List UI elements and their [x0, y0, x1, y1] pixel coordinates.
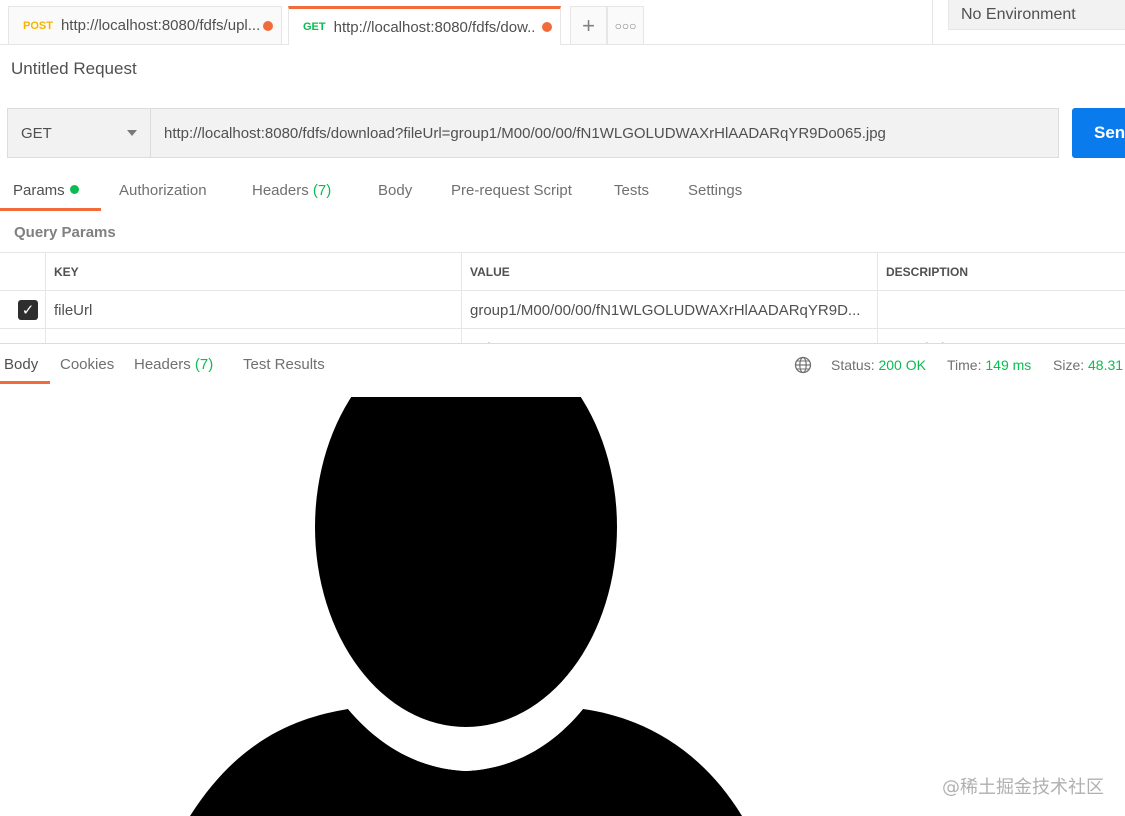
time-label: Time: [947, 357, 982, 373]
request-title[interactable]: Untitled Request [11, 59, 137, 79]
tab-params[interactable]: Params [13, 182, 79, 199]
method-select[interactable]: GET [7, 108, 151, 158]
tab-tests[interactable]: Tests [614, 182, 649, 199]
new-key-input[interactable]: Key [45, 329, 461, 344]
request-tabs: Params Authorization Headers (7) Body Pr… [0, 176, 1125, 212]
status-value[interactable]: 200 OK [878, 357, 925, 373]
unsaved-dot-icon [263, 20, 273, 31]
status-label: Status: [831, 357, 875, 373]
tab-label: Headers [252, 182, 309, 199]
table-row-new: Key Value Description [0, 328, 1125, 344]
tab-label: Pre-request Script [451, 182, 572, 199]
tab-label: Headers [134, 356, 191, 373]
method-label: GET [21, 124, 52, 142]
tab-prerequest-script[interactable]: Pre-request Script [451, 182, 572, 199]
table-header-key: KEY [45, 253, 461, 291]
url-input[interactable]: http://localhost:8080/fdfs/download?file… [150, 108, 1059, 158]
new-tab-button[interactable]: + [570, 6, 607, 44]
tab-label: Cookies [60, 356, 115, 373]
row-checkbox-cell: ✓ [0, 291, 45, 329]
tab-options-button[interactable]: ○○○ [607, 6, 644, 44]
tab-label: Test Results [243, 356, 325, 373]
tab-label: Authorization [119, 182, 207, 199]
response-tab-headers[interactable]: Headers (7) [134, 356, 213, 373]
tab-label: Settings [688, 182, 743, 199]
tab-title: http://localhost:8080/fdfs/dow... [333, 18, 534, 36]
unsaved-dot-icon [542, 22, 552, 32]
new-value-input[interactable]: Value [461, 329, 877, 344]
watermark: @稀土掘金技术社区 [942, 777, 1104, 798]
tab-label: Params [13, 182, 65, 199]
chevron-down-icon [127, 130, 137, 136]
active-dot-icon [69, 185, 79, 194]
send-button[interactable]: Send [1072, 108, 1125, 158]
new-description-input[interactable]: Description [877, 329, 1125, 344]
size-readout: Size: 48.31 [1053, 357, 1123, 373]
checkmark-icon: ✓ [21, 302, 35, 319]
table-header-row: KEY VALUE DESCRIPTION [0, 252, 1125, 291]
query-params-label: Query Params [14, 224, 116, 241]
plus-icon: + [582, 12, 595, 38]
response-body-preview [0, 397, 1125, 816]
environment-select[interactable]: No Environment [948, 0, 1125, 30]
active-tab-indicator [0, 208, 101, 211]
tab-strip: POST http://localhost:8080/fdfs/upl... G… [0, 0, 1125, 45]
table-header-cell [0, 253, 45, 291]
response-tab-body[interactable]: Body [4, 356, 38, 373]
tab-settings[interactable]: Settings [688, 182, 742, 199]
tab-body[interactable]: Body [378, 182, 412, 199]
row-checkbox[interactable]: ✓ [18, 300, 38, 320]
status-readout: Status: 200 OK [831, 357, 926, 373]
table-header-description: DESCRIPTION [877, 253, 1125, 291]
tab-count: (7) [194, 356, 214, 373]
globe-icon[interactable] [794, 356, 812, 374]
tab-label: Body [4, 356, 39, 373]
divider [932, 0, 933, 44]
tab-method-badge: POST [23, 19, 53, 32]
table-header-value: VALUE [461, 253, 877, 291]
param-value-cell[interactable]: group1/M00/00/00/fN1WLGOLUDWAXrHlAADARqY… [461, 291, 877, 329]
time-value[interactable]: 149 ms [985, 357, 1031, 373]
param-key-cell[interactable]: fileUrl [45, 291, 461, 329]
tab-title: http://localhost:8080/fdfs/upl... [60, 17, 261, 34]
response-tab-test-results[interactable]: Test Results [243, 356, 325, 373]
request-tab-get[interactable]: GET http://localhost:8080/fdfs/dow... [288, 6, 561, 45]
tab-authorization[interactable]: Authorization [119, 182, 207, 199]
tab-label: Body [378, 182, 413, 199]
person-silhouette-image [190, 397, 742, 816]
request-tab-post[interactable]: POST http://localhost:8080/fdfs/upl... [8, 6, 282, 44]
tab-count: (7) [312, 182, 332, 199]
environment-label: No Environment [961, 5, 1076, 23]
param-description-cell[interactable] [877, 291, 1125, 329]
active-tab-indicator [0, 381, 50, 384]
url-value: http://localhost:8080/fdfs/download?file… [164, 124, 886, 142]
table-row: ✓ fileUrl group1/M00/00/00/fN1WLGOLUDWAX… [0, 290, 1125, 329]
size-value[interactable]: 48.31 [1088, 357, 1123, 373]
tab-label: Tests [614, 182, 650, 199]
send-label: Send [1094, 123, 1125, 142]
tab-method-badge: GET [303, 21, 326, 33]
tab-headers[interactable]: Headers (7) [252, 182, 331, 199]
more-options-icon: ○○○ [614, 18, 637, 33]
size-label: Size: [1053, 357, 1085, 373]
response-tab-cookies[interactable]: Cookies [60, 356, 114, 373]
params-table: KEY VALUE DESCRIPTION ✓ fileUrl group1/M… [0, 252, 1125, 344]
response-bar: Body Cookies Headers (7) Test Results St… [0, 343, 1125, 385]
row-checkbox-cell [0, 329, 45, 344]
time-readout: Time: 149 ms [947, 357, 1031, 373]
